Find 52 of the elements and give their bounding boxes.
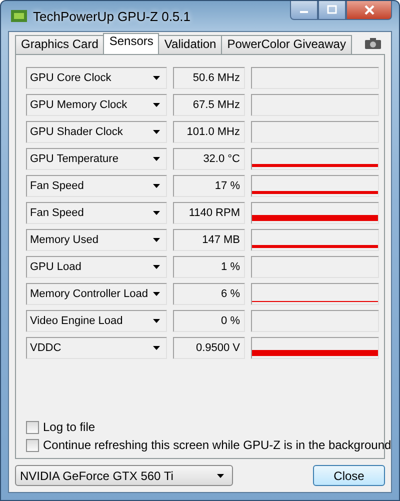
checkbox-label[interactable]: Log to file — [43, 420, 96, 434]
dropdown-arrow-icon — [153, 238, 160, 242]
dropdown-arrow-icon — [153, 157, 160, 161]
app-icon — [11, 9, 27, 23]
gpu-select[interactable]: NVIDIA GeForce GTX 560 Ti — [15, 465, 233, 486]
dropdown-arrow-icon — [153, 130, 160, 134]
tab[interactable]: Sensors — [103, 33, 160, 54]
dropdown-arrow-icon — [153, 265, 160, 269]
sensor-select[interactable]: GPU Memory Clock — [26, 94, 167, 116]
sensor-value: 32.0 °C — [173, 148, 245, 170]
sensor-value: 67.5 MHz — [173, 94, 245, 116]
dropdown-arrow-icon — [217, 474, 224, 478]
close-button[interactable] — [346, 1, 392, 20]
sensor-select[interactable]: GPU Shader Clock — [26, 121, 167, 143]
dropdown-arrow-icon — [153, 103, 160, 107]
sensor-value: 101.0 MHz — [173, 121, 245, 143]
sensor-select[interactable]: VDDC — [26, 337, 167, 359]
sensor-select[interactable]: Memory Controller Load — [26, 283, 167, 305]
sensor-value: 147 MB — [173, 229, 245, 251]
sensor-select[interactable]: GPU Core Clock — [26, 67, 167, 89]
checkbox[interactable] — [26, 420, 39, 434]
sensor-value: 1 % — [173, 256, 245, 278]
sensor-value: 1140 RPM — [173, 202, 245, 224]
tab[interactable]: Graphics Card — [15, 35, 104, 54]
dropdown-arrow-icon — [153, 76, 160, 80]
dropdown-arrow-icon — [153, 211, 160, 215]
close-button[interactable]: Close — [313, 465, 385, 486]
sensor-select[interactable]: Fan Speed — [26, 202, 167, 224]
sensor-value: 0 % — [173, 310, 245, 332]
maximize-button[interactable] — [318, 1, 346, 20]
camera-icon[interactable] — [365, 38, 381, 49]
sensor-value: 0.9500 V — [173, 337, 245, 359]
sensor-select[interactable]: GPU Temperature — [26, 148, 167, 170]
sensor-select[interactable]: GPU Load — [26, 256, 167, 278]
sensor-value: 6 % — [173, 283, 245, 305]
tab[interactable]: PowerColor Giveaway — [221, 35, 352, 54]
sensor-select[interactable]: Fan Speed — [26, 175, 167, 197]
tab[interactable]: Validation — [158, 35, 222, 54]
minimize-button[interactable] — [290, 1, 318, 20]
sensor-select[interactable]: Video Engine Load — [26, 310, 167, 332]
close-icon — [364, 5, 374, 15]
dropdown-arrow-icon — [153, 292, 160, 296]
sensor-value: 17 % — [173, 175, 245, 197]
window-title: TechPowerUp GPU-Z 0.5.1 — [33, 8, 192, 24]
dropdown-arrow-icon — [153, 346, 160, 350]
sensor-select[interactable]: Memory Used — [26, 229, 167, 251]
dropdown-arrow-icon — [153, 184, 160, 188]
sensor-value: 50.6 MHz — [173, 67, 245, 89]
checkbox[interactable] — [26, 438, 39, 452]
maximize-icon — [327, 5, 337, 15]
dropdown-arrow-icon — [153, 319, 160, 323]
checkbox-label[interactable]: Continue refreshing this screen while GPU-Z is in the background — [43, 438, 392, 452]
